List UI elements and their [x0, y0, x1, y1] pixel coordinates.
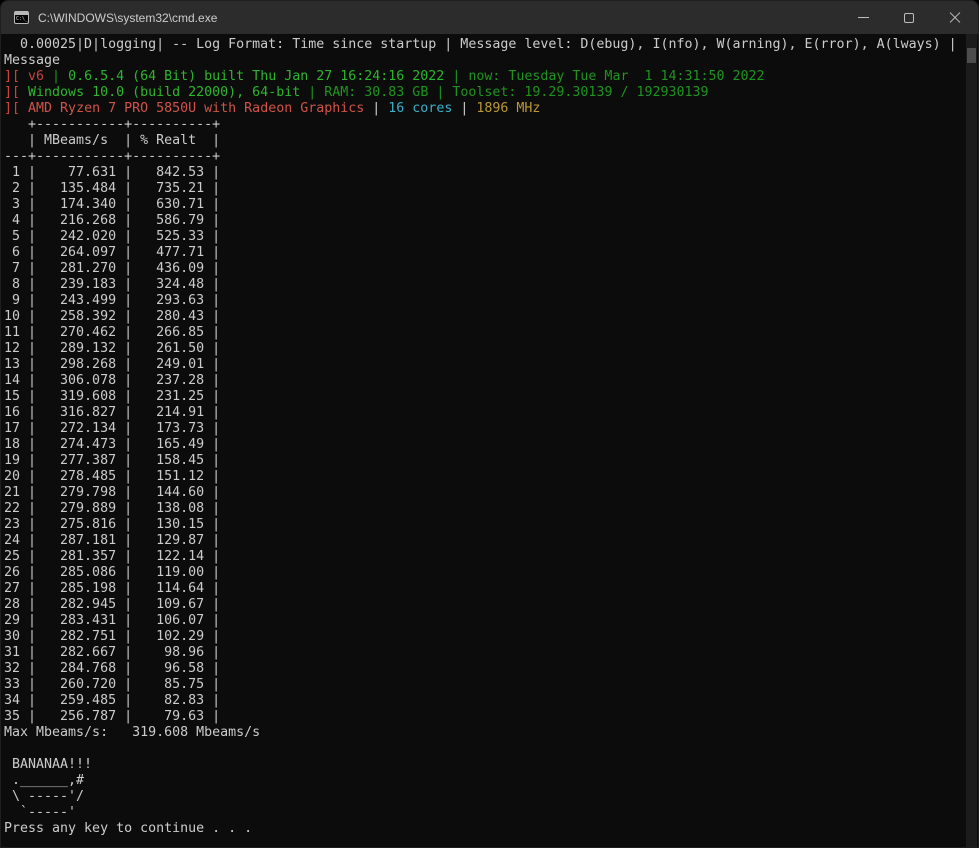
- table-row: 25 | 281.357 | 122.14 |: [4, 549, 221, 564]
- table-row: 11 | 270.462 | 266.85 |: [4, 325, 221, 340]
- table-row: 5 | 242.020 | 525.33 |: [4, 229, 221, 244]
- system-info-line: ][ AMD Ryzen 7 PRO 5850U with Radeon Gra…: [4, 101, 541, 116]
- table-border: ---+-----------+----------+: [4, 149, 221, 164]
- table-row: 12 | 289.132 | 261.50 |: [4, 341, 221, 356]
- table-row: 30 | 282.751 | 102.29 |: [4, 629, 221, 644]
- table-row: 34 | 259.485 | 82.83 |: [4, 693, 221, 708]
- banana-art-line: .______,#: [4, 773, 85, 788]
- table-row: 6 | 264.097 | 477.71 |: [4, 245, 221, 260]
- table-row: 9 | 243.499 | 293.63 |: [4, 293, 221, 308]
- title-bar-left: C:\WINDOWS\system32\cmd.exe: [1, 11, 217, 25]
- minimize-button[interactable]: [840, 1, 886, 34]
- table-row: 15 | 319.608 | 231.25 |: [4, 389, 221, 404]
- table-row: 3 | 174.340 | 630.71 |: [4, 197, 221, 212]
- table-row: 10 | 258.392 | 280.43 |: [4, 309, 221, 324]
- table-row: 19 | 277.387 | 158.45 |: [4, 453, 221, 468]
- table-row: 28 | 282.945 | 109.67 |: [4, 597, 221, 612]
- console-output: 0.00025|D|logging| -- Log Format: Time s…: [1, 34, 978, 837]
- window-title: C:\WINDOWS\system32\cmd.exe: [38, 10, 218, 25]
- prompt-line: Press any key to continue . . .: [4, 821, 253, 836]
- system-info-line: ][ Windows 10.0 (build 22000), 64-bit | …: [4, 85, 709, 100]
- table-row: 8 | 239.183 | 324.48 |: [4, 277, 221, 292]
- table-row: 2 | 135.484 | 735.21 |: [4, 181, 221, 196]
- table-row: 16 | 316.827 | 214.91 |: [4, 405, 221, 420]
- window-controls: [840, 1, 978, 34]
- table-row: 31 | 282.667 | 98.96 |: [4, 645, 221, 660]
- log-line-wrap: Message: [4, 53, 61, 68]
- cmd-app-icon: [14, 11, 29, 24]
- table-border: +-----------+----------+: [4, 117, 221, 132]
- table-row: 18 | 274.473 | 165.49 |: [4, 437, 221, 452]
- table-row: 33 | 260.720 | 85.75 |: [4, 677, 221, 692]
- table-row: 29 | 283.431 | 106.07 |: [4, 613, 221, 628]
- banana-title: BANANAA!!!: [4, 757, 93, 772]
- table-row: 26 | 285.086 | 119.00 |: [4, 565, 221, 580]
- table-row: 23 | 275.816 | 130.15 |: [4, 517, 221, 532]
- table-row: 14 | 306.078 | 237.28 |: [4, 373, 221, 388]
- cmd-window: C:\WINDOWS\system32\cmd.exe 0.00025|D|lo…: [0, 0, 979, 848]
- table-row: 21 | 279.798 | 144.60 |: [4, 485, 221, 500]
- scrollbar[interactable]: [966, 34, 977, 847]
- table-row: 13 | 298.268 | 249.01 |: [4, 357, 221, 372]
- banana-art-line: \ -----'/: [4, 789, 85, 804]
- close-button[interactable]: [932, 1, 978, 34]
- log-line: 0.00025|D|logging| -- Log Format: Time s…: [4, 37, 957, 52]
- table-row: 1 | 77.631 | 842.53 |: [4, 165, 221, 180]
- table-row: 24 | 287.181 | 129.87 |: [4, 533, 221, 548]
- table-row: 27 | 285.198 | 114.64 |: [4, 581, 221, 596]
- table-row: 22 | 279.889 | 138.08 |: [4, 501, 221, 516]
- table-row: 20 | 278.485 | 151.12 |: [4, 469, 221, 484]
- console-area: 0.00025|D|logging| -- Log Format: Time s…: [1, 34, 978, 847]
- table-row: 17 | 272.134 | 173.73 |: [4, 421, 221, 436]
- table-header: | MBeams/s | % Realt |: [4, 133, 221, 148]
- banana-art-line: `-----': [4, 805, 77, 820]
- table-row: 4 | 216.268 | 586.79 |: [4, 213, 221, 228]
- summary-line: Max Mbeams/s: 319.608 Mbeams/s: [4, 725, 261, 740]
- scrollbar-thumb[interactable]: [967, 48, 976, 63]
- maximize-icon: [904, 12, 914, 23]
- title-bar: C:\WINDOWS\system32\cmd.exe: [1, 1, 978, 34]
- table-row: 35 | 256.787 | 79.63 |: [4, 709, 221, 724]
- system-info-line: ][ v6 | 0.6.5.4 (64 Bit) built Thu Jan 2…: [4, 69, 765, 84]
- maximize-button[interactable]: [886, 1, 932, 34]
- table-row: 32 | 284.768 | 96.58 |: [4, 661, 221, 676]
- table-row: 7 | 281.270 | 436.09 |: [4, 261, 221, 276]
- minimize-icon: [857, 17, 869, 18]
